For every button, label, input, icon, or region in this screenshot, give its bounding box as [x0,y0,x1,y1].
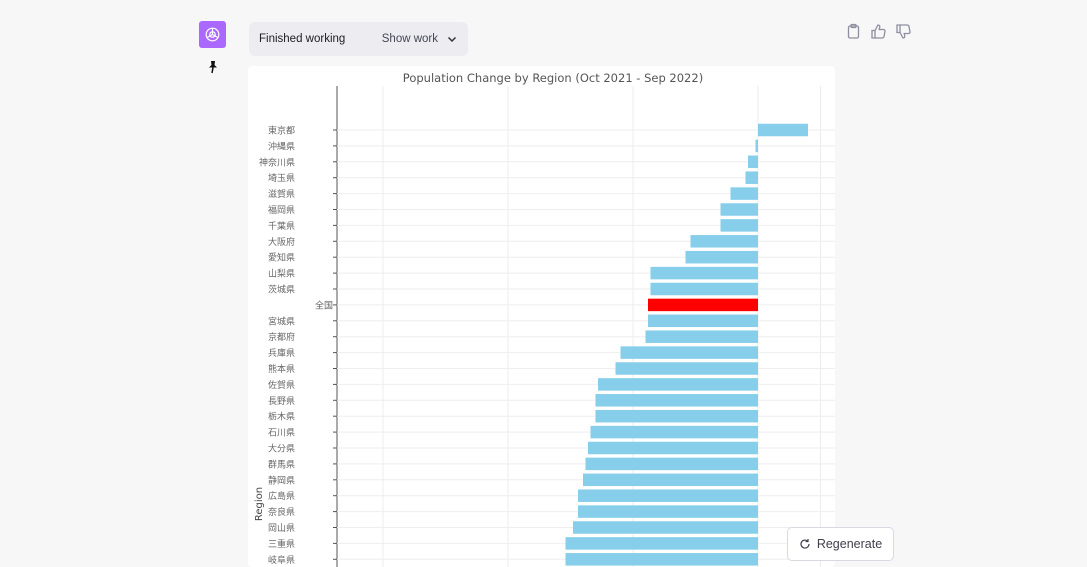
bar-13 [645,330,758,343]
y-axis-label: Region [254,487,265,521]
work-status-bar: Finished working Show work [249,22,468,56]
bar-10 [650,282,758,296]
bar-7 [690,235,758,248]
message-actions [845,23,912,40]
show-work-button[interactable]: Show work [382,33,438,45]
category-label: 神奈川県 [259,156,295,168]
category-label: 熊本県 [268,363,295,375]
population-chart: Population Change by Region (Oct 2021 - … [254,71,835,567]
category-label: 三重県 [268,538,295,550]
tick-labels: 東京都沖縄県神奈川県埼玉県滋賀県福岡県千葉県大阪府愛知県山梨県茨城県全国宮城県京… [259,125,333,566]
bar-22 [583,473,758,487]
openai-logo-icon [205,27,220,42]
bar-8 [685,250,758,264]
category-label: 栃木県 [268,411,295,423]
category-label: 滋賀県 [268,188,295,200]
category-label: 茨城県 [268,284,295,296]
bar-6 [720,219,758,232]
bar-26 [565,537,758,550]
status-label: Finished working [259,33,346,45]
category-label: 沖縄県 [268,140,295,152]
bar-27 [565,553,758,566]
category-label: 千葉県 [268,220,295,232]
bar-4 [730,187,758,200]
bar-1 [755,139,758,153]
category-label: 兵庫県 [268,347,295,359]
bar-5 [720,203,758,216]
category-label: 全国 [315,299,333,311]
regenerate-button[interactable]: Regenerate [787,527,894,561]
regenerate-label: Regenerate [816,537,883,551]
category-label: 愛知県 [268,252,295,264]
clipboard-icon[interactable] [845,23,862,40]
category-label: 岡山県 [268,523,295,534]
category-label: 東京都 [268,125,295,137]
bars [565,123,808,566]
bar-3 [745,171,758,184]
bar-12 [648,314,758,328]
bar-17 [595,394,758,407]
category-label: 奈良県 [268,506,295,518]
category-label: 京都府 [268,331,295,343]
thumbs-up-icon[interactable] [870,23,887,40]
bar-21 [585,457,758,471]
category-label: 佐賀県 [268,379,295,391]
bar-11 [648,298,758,312]
category-label: 静岡県 [268,474,295,486]
chart-card: Population Change by Region (Oct 2021 - … [248,66,835,567]
category-label: 岐阜県 [268,554,295,566]
bar-19 [590,425,758,439]
bar-25 [573,521,758,534]
category-label: 大分県 [268,443,295,455]
category-label: 宮城県 [268,315,295,327]
category-label: 長野県 [268,396,295,407]
bar-9 [650,266,758,280]
bar-20 [588,441,758,455]
thumbs-down-icon[interactable] [895,23,912,40]
bar-2 [748,155,758,169]
bar-23 [578,489,758,502]
pin-icon[interactable] [205,59,221,75]
category-label: 石川県 [268,428,295,439]
bar-0 [758,123,808,137]
chart-title: Population Change by Region (Oct 2021 - … [403,71,703,85]
chevron-down-icon[interactable] [446,33,458,45]
category-label: 広島県 [268,490,295,502]
category-label: 山梨県 [268,268,295,280]
bar-14 [620,346,758,359]
bar-16 [598,378,758,391]
category-label: 大阪府 [268,236,295,248]
category-label: 埼玉県 [268,172,295,184]
bar-24 [578,505,758,518]
bar-15 [615,362,758,375]
category-label: 福岡県 [268,204,295,216]
category-label: 群馬県 [268,458,295,470]
bar-18 [595,409,758,423]
refresh-icon [800,539,810,549]
assistant-avatar [199,21,226,48]
